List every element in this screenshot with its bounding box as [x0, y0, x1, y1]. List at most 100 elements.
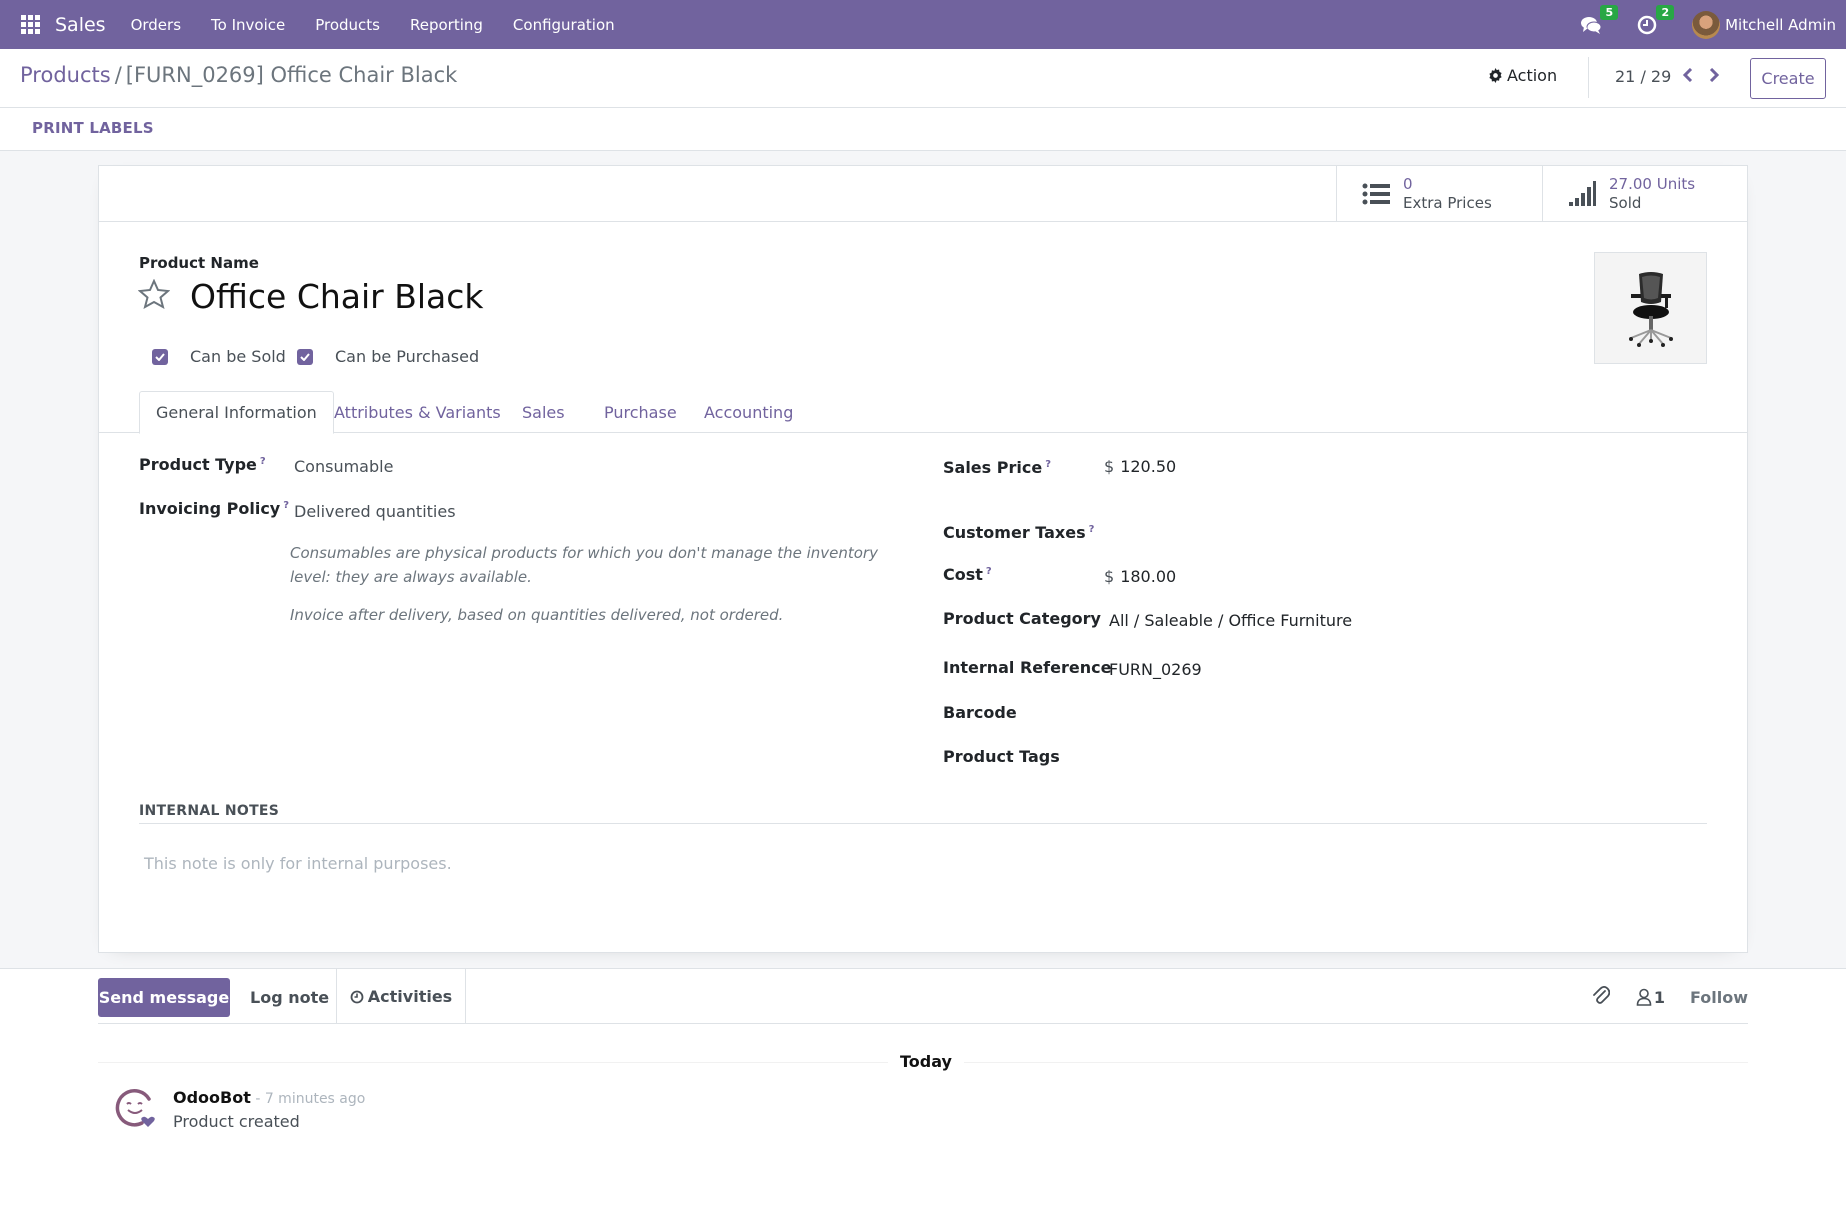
product-type-help: Consumables are physical products for wh…: [290, 544, 878, 586]
tab-accounting[interactable]: Accounting: [688, 391, 809, 433]
units-sold-button[interactable]: 27.00 Units Sold: [1542, 166, 1748, 221]
app-name[interactable]: Sales: [55, 14, 106, 36]
smart-button-box: 0 Extra Prices 27.00 Units Sold: [99, 166, 1747, 222]
pager-value[interactable]: 21 / 29: [1615, 67, 1671, 86]
print-labels-button[interactable]: PRINT LABELS: [32, 119, 154, 137]
odoobot-avatar[interactable]: [114, 1087, 156, 1129]
followers-button[interactable]: 1: [1636, 988, 1665, 1007]
pager-divider: [1588, 57, 1589, 98]
messaging-button[interactable]: 5: [1580, 4, 1619, 36]
checkmark-icon: [155, 353, 165, 361]
can-be-sold-checkbox[interactable]: [152, 349, 168, 365]
log-note-button[interactable]: Log note: [250, 978, 329, 1017]
product-tags-field[interactable]: [1109, 747, 1529, 769]
customer-taxes-field[interactable]: [1104, 523, 1524, 545]
product-category-field[interactable]: All / Saleable / Office Furniture: [1109, 611, 1352, 630]
form-sheet: 0 Extra Prices 27.00 Units Sold Product …: [98, 165, 1748, 953]
section-divider: [139, 823, 1707, 824]
user-icon: [1636, 988, 1652, 1006]
top-navbar: Sales Orders To Invoice Products Reporti…: [0, 0, 1846, 49]
favorite-star-icon[interactable]: [137, 278, 171, 313]
currency-symbol: $: [1104, 457, 1115, 476]
menu-configuration[interactable]: Configuration: [498, 16, 630, 34]
breadcrumb-current: [FURN_0269] Office Chair Black: [125, 63, 458, 87]
send-message-button[interactable]: Send message: [98, 978, 230, 1017]
invoicing-policy-label: Invoicing Policy?: [139, 499, 290, 518]
chevron-left-icon: [1682, 68, 1693, 82]
invoicing-policy-field[interactable]: Delivered quantities: [294, 502, 456, 521]
product-image[interactable]: [1594, 252, 1707, 364]
user-name: Mitchell Admin: [1725, 15, 1836, 34]
signal-icon: [1567, 180, 1597, 207]
message-body: Product created: [173, 1112, 300, 1131]
help-tooltip-icon[interactable]: ?: [283, 500, 289, 511]
menu-reporting[interactable]: Reporting: [395, 16, 498, 34]
tab-label: Attributes & Variants: [334, 402, 501, 422]
cost-field[interactable]: $180.00: [1104, 567, 1176, 586]
tab-label: Accounting: [704, 402, 794, 422]
user-avatar: [1692, 10, 1721, 39]
extra-prices-button[interactable]: 0 Extra Prices: [1336, 166, 1542, 221]
extra-prices-label: Extra Prices: [1403, 193, 1492, 212]
product-type-field[interactable]: Consumable: [294, 457, 393, 476]
units-sold-value: 27.00 Units: [1609, 174, 1696, 193]
checkmark-icon: [300, 353, 310, 361]
menu-to-invoice[interactable]: To Invoice: [196, 16, 300, 34]
breadcrumb: Products / [FURN_0269] Office Chair Black: [20, 63, 457, 87]
tab-sales[interactable]: Sales: [506, 391, 581, 433]
tab-attributes-variants[interactable]: Attributes & Variants: [318, 391, 517, 433]
activities-button[interactable]: 2: [1636, 4, 1675, 36]
breadcrumb-separator: /: [114, 63, 122, 87]
chevron-right-icon: [1709, 68, 1720, 82]
pager-previous-button[interactable]: [1676, 63, 1700, 87]
product-name-field[interactable]: Office Chair Black: [190, 277, 484, 316]
help-tooltip-icon[interactable]: ?: [1045, 459, 1051, 470]
chatter-topbar: Send message Log note Activities 1 Follo…: [98, 969, 1748, 1024]
help-tooltip-icon[interactable]: ?: [260, 456, 266, 467]
date-separator: Today: [888, 1052, 964, 1071]
help-tooltip-icon[interactable]: ?: [986, 566, 992, 577]
product-category-label: Product Category: [943, 609, 1101, 628]
product-type-label: Product Type?: [139, 455, 266, 474]
author-name[interactable]: OdooBot: [173, 1088, 251, 1107]
activities-badge: 2: [1656, 4, 1675, 20]
internal-reference-label: Internal Reference: [943, 658, 1112, 677]
chatter-actions: 1 Follow: [1592, 983, 1748, 1011]
sales-price-field[interactable]: $120.50: [1104, 457, 1176, 476]
chat-icon: [1581, 16, 1602, 34]
menu-orders[interactable]: Orders: [116, 16, 196, 34]
can-be-purchased-label[interactable]: Can be Purchased: [335, 347, 479, 366]
tab-purchase[interactable]: Purchase: [588, 391, 693, 433]
internal-notes-field[interactable]: This note is only for internal purposes.: [144, 854, 452, 873]
barcode-label: Barcode: [943, 703, 1017, 722]
help-tooltip-icon[interactable]: ?: [1089, 524, 1095, 535]
message-date: - 7 minutes ago: [250, 1091, 366, 1107]
cost-value: 180.00: [1120, 567, 1177, 586]
tab-label: Sales: [522, 402, 565, 422]
follow-button[interactable]: Follow: [1690, 988, 1748, 1007]
create-button[interactable]: Create: [1750, 58, 1826, 99]
tab-label: General Information: [156, 403, 317, 422]
can-be-sold-label[interactable]: Can be Sold: [190, 347, 286, 366]
action-button[interactable]: Action: [1488, 66, 1557, 85]
cost-label: Cost?: [943, 565, 992, 584]
action-label: Action: [1507, 66, 1558, 85]
office-chair-image: [1628, 272, 1673, 347]
internal-reference-field[interactable]: FURN_0269: [1109, 660, 1202, 679]
form-tabs: General Information Attributes & Variant…: [99, 391, 1747, 434]
menu-products[interactable]: Products: [300, 16, 395, 34]
sales-price-value: 120.50: [1120, 457, 1177, 476]
tab-label: Purchase: [604, 402, 677, 422]
apps-menu-icon[interactable]: [21, 14, 41, 35]
breadcrumb-products[interactable]: Products: [20, 63, 111, 87]
product-tags-label: Product Tags: [943, 747, 1060, 766]
pager-next-button[interactable]: [1702, 63, 1726, 87]
customer-taxes-label: Customer Taxes?: [943, 523, 1095, 542]
tab-general-information[interactable]: General Information: [139, 391, 334, 434]
activities-button[interactable]: Activities: [336, 969, 466, 1024]
attachment-paperclip-icon[interactable]: [1592, 985, 1611, 1009]
followers-count: 1: [1653, 987, 1665, 1007]
user-menu[interactable]: Mitchell Admin: [1692, 10, 1836, 39]
can-be-purchased-checkbox[interactable]: [297, 349, 313, 365]
barcode-field[interactable]: [1109, 703, 1529, 725]
